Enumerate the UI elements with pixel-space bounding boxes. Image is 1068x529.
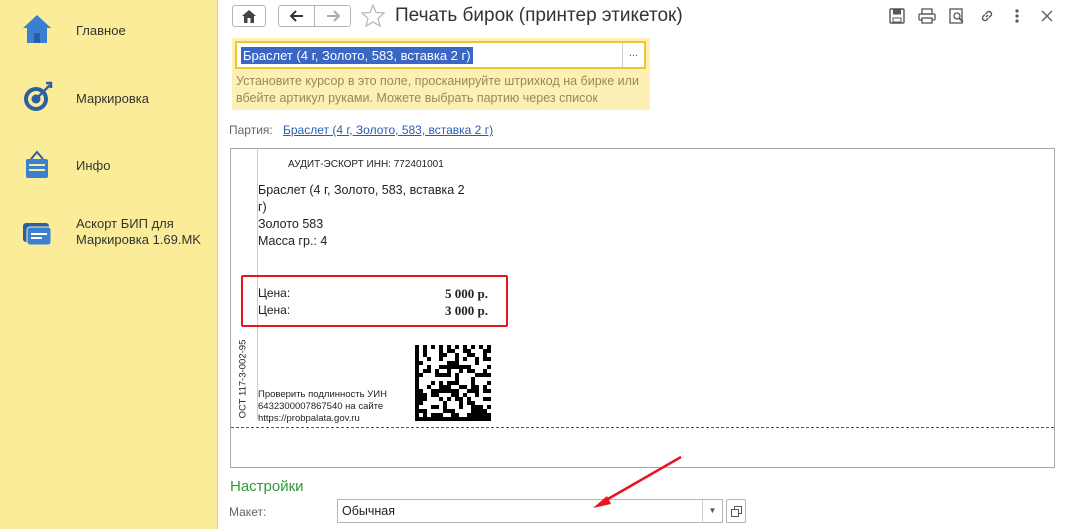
layout-label: Макет:	[229, 505, 267, 519]
scan-input-value: Браслет (4 г, Золото, 583, вставка 2 г)	[241, 47, 473, 64]
price-highlight-box	[241, 275, 508, 327]
layout-select[interactable]: Обычная ▼	[337, 499, 723, 523]
batch-link[interactable]: Браслет (4 г, Золото, 583, вставка 2 г)	[283, 123, 493, 137]
product-line: Масса гр.: 4	[258, 234, 328, 248]
close-icon	[1041, 10, 1053, 22]
more-icon	[1015, 9, 1019, 23]
tag-preview: АУДИТ-ЭСКОРТ ИНН: 772401001 Браслет (4 г…	[230, 148, 1055, 468]
settings-title: Настройки	[230, 478, 304, 495]
forward-button[interactable]	[314, 5, 351, 27]
datamatrix-code-icon	[415, 345, 491, 421]
favorite-star-icon[interactable]	[361, 4, 385, 27]
barcode-scan-input[interactable]: Браслет (4 г, Золото, 583, вставка 2 г) …	[235, 41, 646, 69]
verify-line: https://probpalata.gov.ru	[258, 413, 360, 424]
open-window-icon	[730, 505, 742, 517]
home-button[interactable]	[232, 5, 266, 27]
verify-line: Проверить подлинность УИН	[258, 389, 387, 400]
link-button[interactable]	[977, 6, 997, 26]
save-icon	[889, 8, 905, 24]
tag-org: АУДИТ-ЭСКОРТ ИНН: 772401001	[288, 159, 444, 170]
back-arrow-icon	[289, 10, 303, 22]
save-button[interactable]	[887, 6, 907, 26]
home-icon	[242, 9, 256, 23]
info-bag-icon	[26, 150, 48, 178]
forward-arrow-icon	[326, 10, 340, 22]
sidebar-item-main[interactable]: Главное	[0, 12, 218, 52]
scan-hint: Установите курсор в это поле, просканиру…	[236, 74, 639, 105]
verify-line: 6432300007867540 на сайте	[258, 401, 384, 412]
preview-button[interactable]	[947, 6, 967, 26]
more-button[interactable]	[1007, 6, 1027, 26]
sidebar-item-label: Главное	[76, 23, 126, 38]
choose-button[interactable]: ...	[622, 43, 644, 67]
print-icon	[918, 8, 936, 24]
page-title: Печать бирок (принтер этикеток)	[395, 5, 683, 26]
print-button[interactable]	[917, 6, 937, 26]
sidebar-item-label: Инфо	[76, 158, 111, 173]
home-icon	[23, 15, 51, 43]
main-panel: Печать бирок (принтер этикеток) Браслет …	[219, 0, 1068, 529]
sidebar: Главное Маркировка Инфо Аскорт БИП для М…	[0, 0, 218, 529]
standard-label: ОСТ 117-3-002-95	[237, 339, 249, 419]
tag-product: Браслет (4 г, Золото, 583, вставка 2 г) …	[258, 182, 488, 250]
chat-icon	[23, 223, 52, 246]
chevron-down-icon[interactable]: ▼	[702, 500, 722, 522]
close-button[interactable]	[1037, 6, 1057, 26]
sidebar-item-label: Аскорт БИП для Маркировка 1.69.MK	[76, 216, 201, 247]
target-icon	[24, 81, 53, 111]
scan-panel: Браслет (4 г, Золото, 583, вставка 2 г) …	[232, 38, 650, 110]
link-icon	[981, 10, 993, 22]
layout-select-value: Обычная	[342, 504, 396, 518]
sidebar-item-label: Маркировка	[76, 91, 149, 106]
open-layout-button[interactable]	[726, 499, 746, 523]
sidebar-item-marking[interactable]: Маркировка	[0, 80, 218, 120]
sidebar-item-info[interactable]: Инфо	[0, 147, 218, 187]
sidebar-item-askort[interactable]: Аскорт БИП для Маркировка 1.69.MK	[0, 212, 218, 252]
batch-label: Партия:	[229, 123, 273, 137]
standard-text: ОСТ 117-3-002-95	[233, 339, 253, 419]
product-line: Золото 583	[258, 217, 324, 231]
back-button[interactable]	[278, 5, 315, 27]
product-line: Браслет (4 г, Золото, 583, вставка 2	[258, 183, 465, 197]
verify-text: Проверить подлинность УИН 64323000078675…	[258, 389, 418, 425]
cut-line	[231, 427, 1054, 428]
product-line: г)	[258, 200, 267, 214]
preview-icon	[949, 8, 964, 24]
